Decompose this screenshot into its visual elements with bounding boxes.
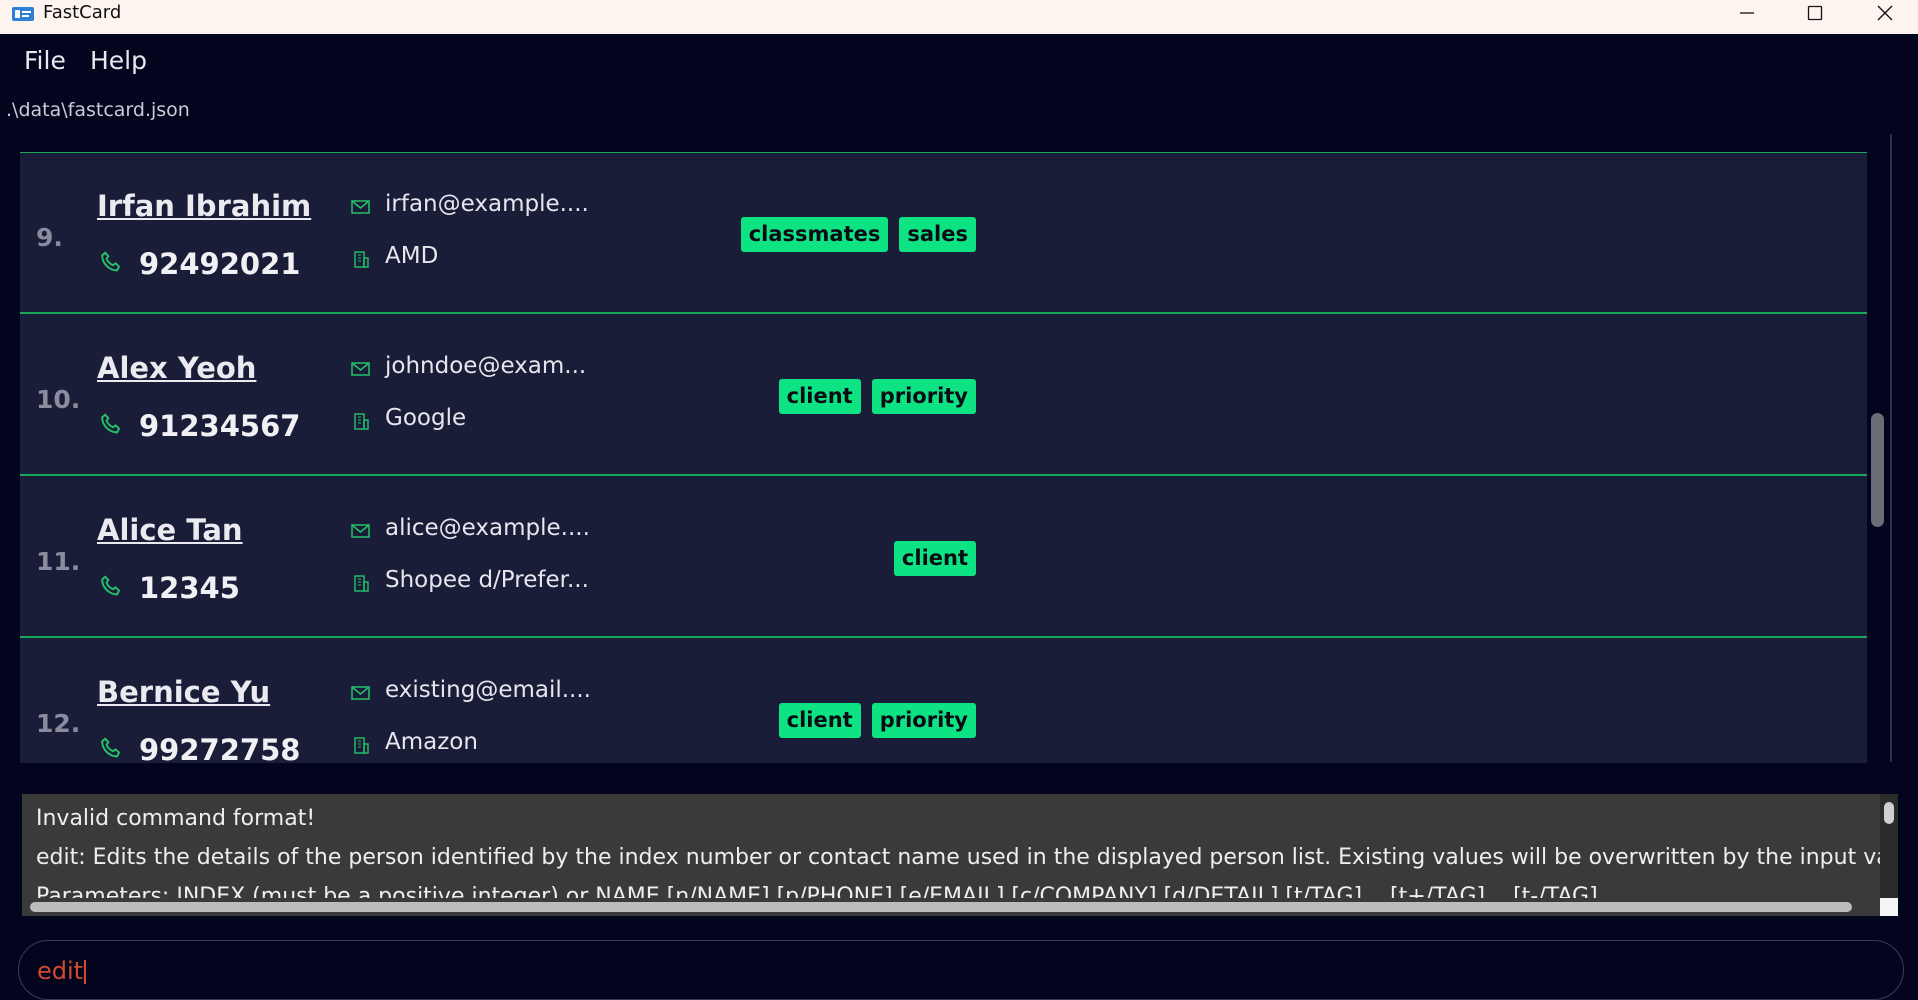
tag: client [778, 379, 861, 414]
menu-help[interactable]: Help [90, 46, 147, 75]
building-icon [354, 737, 369, 754]
command-text: edit [37, 957, 84, 985]
text-caret [84, 960, 87, 984]
building-icon [354, 413, 369, 430]
maximize-button[interactable] [1780, 0, 1850, 26]
person-index: 11. [36, 547, 81, 576]
mail-icon [351, 200, 370, 214]
person-company: Amazon [385, 729, 478, 755]
person-phone: 12345 [139, 571, 240, 605]
person-index: 9. [36, 223, 63, 252]
person-card[interactable]: 9. Irfan Ibrahim 92492021 irfan@example.… [20, 153, 1867, 314]
person-email: irfan@example.... [385, 191, 589, 217]
tag-list: client priority [778, 703, 976, 738]
person-list: 9. Irfan Ibrahim 92492021 irfan@example.… [20, 152, 1867, 763]
window-title: FastCard [43, 2, 122, 23]
maximize-icon [1807, 5, 1823, 21]
tag: client [778, 703, 861, 738]
result-display: Invalid command format! edit: Edits the … [22, 794, 1880, 898]
app-icon [12, 7, 34, 21]
tag: classmates [740, 217, 889, 252]
tag: priority [871, 379, 976, 414]
scrollbar-thumb[interactable] [1871, 413, 1884, 527]
tag: client [893, 541, 976, 576]
command-input[interactable]: edit [18, 940, 1904, 1000]
result-line: Invalid command format! [36, 806, 316, 831]
person-card[interactable]: 12. Bernice Yu 99272758 existing@email..… [20, 639, 1867, 763]
person-index: 10. [36, 385, 81, 414]
menu-file[interactable]: File [24, 46, 66, 75]
person-email: alice@example.... [385, 515, 590, 541]
person-company: Google [385, 405, 467, 431]
phone-icon [101, 413, 120, 434]
tag-list: client priority [778, 379, 976, 414]
result-line: edit: Edits the details of the person id… [36, 845, 1880, 870]
mail-icon [351, 362, 370, 376]
person-phone: 92492021 [139, 247, 301, 281]
phone-icon [101, 575, 120, 596]
person-company: Shopee d/Prefer... [385, 567, 589, 593]
person-email: existing@email.... [385, 677, 591, 703]
tag-list: classmates sales [740, 217, 976, 252]
scrollbar-corner [1880, 898, 1898, 916]
result-vertical-scrollbar[interactable] [1880, 794, 1898, 898]
close-icon [1877, 5, 1893, 21]
tag: sales [899, 217, 976, 252]
phone-icon [101, 251, 120, 272]
minimize-button[interactable] [1712, 0, 1782, 26]
menu-bar: File Help [0, 34, 1918, 86]
person-name: Alex Yeoh [97, 351, 257, 385]
mail-icon [351, 686, 370, 700]
person-card[interactable]: 11. Alice Tan 12345 alice@example.... Sh… [20, 477, 1867, 638]
phone-icon [101, 737, 120, 758]
person-card[interactable]: 10. Alex Yeoh 91234567 johndoe@exam... G… [20, 315, 1867, 476]
person-index: 12. [36, 709, 81, 738]
building-icon [354, 575, 369, 592]
person-list-scrollbar[interactable] [1868, 134, 1890, 762]
building-icon [354, 251, 369, 268]
person-name: Irfan Ibrahim [97, 189, 312, 223]
scrollbar-divider [1890, 134, 1892, 762]
person-phone: 91234567 [139, 409, 301, 443]
title-bar: FastCard [0, 0, 1918, 34]
person-name: Bernice Yu [97, 675, 271, 709]
scrollbar-thumb[interactable] [1884, 802, 1894, 824]
person-company: AMD [385, 243, 439, 269]
scrollbar-thumb[interactable] [30, 902, 1852, 912]
result-horizontal-scrollbar[interactable] [22, 898, 1880, 916]
person-email: johndoe@exam... [385, 353, 587, 379]
data-file-path: .\data\fastcard.json [6, 99, 190, 121]
person-phone: 99272758 [139, 733, 301, 763]
tag-list: client [893, 541, 976, 576]
person-name: Alice Tan [97, 513, 243, 547]
mail-icon [351, 524, 370, 538]
close-button[interactable] [1850, 0, 1918, 26]
minimize-icon [1740, 12, 1754, 14]
result-line: Parameters: INDEX (must be a positive in… [36, 884, 1619, 898]
tag: priority [871, 703, 976, 738]
